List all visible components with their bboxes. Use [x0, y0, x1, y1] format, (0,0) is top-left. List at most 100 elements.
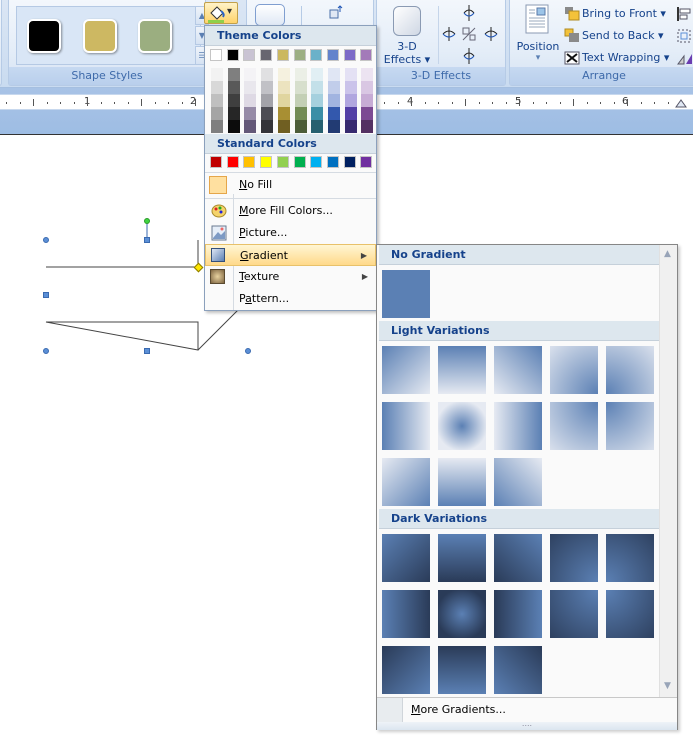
rotation-handle[interactable]: [144, 218, 150, 224]
position-button[interactable]: Position ▾: [512, 0, 562, 68]
gradient-swatch[interactable]: [438, 534, 486, 582]
theme-shade-swatch[interactable]: [294, 81, 307, 94]
tilt-down-icon[interactable]: [461, 47, 477, 65]
theme-shade-swatch[interactable]: [277, 94, 290, 107]
theme-shade-swatch[interactable]: [244, 68, 257, 81]
theme-color-swatch[interactable]: [326, 49, 339, 61]
theme-color-swatch[interactable]: [276, 49, 289, 61]
theme-shade-swatch[interactable]: [261, 68, 274, 81]
theme-color-swatch[interactable]: [310, 49, 323, 61]
gradient-swatch[interactable]: [550, 346, 598, 394]
group-icon[interactable]: [676, 28, 693, 44]
theme-shade-swatch[interactable]: [327, 107, 340, 120]
gradient-item[interactable]: Gradient ▶: [205, 244, 376, 266]
shape-style-black[interactable]: [27, 19, 61, 53]
standard-color-swatch[interactable]: [260, 156, 273, 168]
gradient-swatch[interactable]: [550, 402, 598, 450]
gradient-swatch[interactable]: [494, 590, 542, 638]
resize-handle-top[interactable]: [144, 237, 150, 243]
gradient-swatch[interactable]: [382, 646, 430, 694]
resize-handle-bottom[interactable]: [144, 348, 150, 354]
theme-shade-swatch[interactable]: [361, 94, 374, 107]
resize-handle-bottom-right[interactable]: [245, 348, 251, 354]
theme-shade-swatch[interactable]: [211, 120, 223, 133]
theme-shade-swatch[interactable]: [311, 81, 324, 94]
tilt-left-icon[interactable]: [441, 26, 457, 42]
theme-shade-swatch[interactable]: [327, 81, 340, 94]
pattern-item[interactable]: Pattern...: [205, 288, 376, 310]
gradient-swatch[interactable]: [382, 402, 430, 450]
theme-shade-swatch[interactable]: [361, 81, 374, 94]
standard-color-swatch[interactable]: [310, 156, 323, 168]
theme-shade-swatch[interactable]: [344, 68, 357, 81]
theme-shade-swatch[interactable]: [227, 81, 240, 94]
no-gradient-swatch[interactable]: [382, 270, 430, 318]
standard-color-swatch[interactable]: [276, 156, 289, 168]
theme-color-swatch[interactable]: [293, 49, 306, 61]
theme-shade-swatch[interactable]: [277, 107, 290, 120]
no-fill-item[interactable]: No Fill: [205, 174, 376, 196]
shape-style-green[interactable]: [138, 19, 172, 53]
resize-grip[interactable]: ....: [377, 720, 677, 730]
gradient-swatch[interactable]: [606, 346, 654, 394]
theme-shade-swatch[interactable]: [311, 68, 324, 81]
theme-shade-swatch[interactable]: [261, 94, 274, 107]
gradient-swatch[interactable]: [606, 402, 654, 450]
theme-shade-swatch[interactable]: [244, 94, 257, 107]
theme-color-swatch[interactable]: [343, 49, 356, 61]
standard-color-swatch[interactable]: [226, 156, 239, 168]
gradient-swatch[interactable]: [606, 590, 654, 638]
send-to-back-button[interactable]: Send to Back ▾: [564, 26, 674, 46]
theme-shade-swatch[interactable]: [244, 81, 257, 94]
gradient-swatch[interactable]: [382, 590, 430, 638]
3d-toggle-icon[interactable]: [461, 26, 477, 42]
text-wrapping-button[interactable]: Text Wrapping ▾: [564, 48, 674, 68]
theme-shade-swatch[interactable]: [294, 68, 307, 81]
theme-shade-swatch[interactable]: [294, 120, 307, 133]
shape-style-gold[interactable]: [83, 19, 117, 53]
resize-handle-left[interactable]: [43, 292, 49, 298]
gradient-scrollbar[interactable]: ▲ ▼: [659, 245, 677, 697]
theme-shade-swatch[interactable]: [244, 107, 257, 120]
gradient-swatch[interactable]: [438, 402, 486, 450]
theme-shade-swatch[interactable]: [227, 120, 240, 133]
gradient-swatch[interactable]: [550, 534, 598, 582]
theme-shade-swatch[interactable]: [361, 120, 374, 133]
theme-shade-swatch[interactable]: [211, 68, 223, 81]
theme-shade-swatch[interactable]: [327, 68, 340, 81]
gradient-swatch[interactable]: [606, 534, 654, 582]
theme-shade-swatch[interactable]: [344, 107, 357, 120]
tilt-right-icon[interactable]: [483, 26, 499, 42]
gradient-swatch[interactable]: [382, 346, 430, 394]
gradient-swatch[interactable]: [550, 590, 598, 638]
texture-item[interactable]: Texture ▶: [205, 266, 376, 288]
gradient-swatch[interactable]: [382, 534, 430, 582]
theme-shade-swatch[interactable]: [311, 120, 324, 133]
rotate-icon[interactable]: [676, 50, 693, 66]
gradient-swatch[interactable]: [438, 346, 486, 394]
theme-shade-swatch[interactable]: [294, 94, 307, 107]
shadow-effects-button[interactable]: [255, 4, 285, 26]
gradient-swatch[interactable]: [494, 646, 542, 694]
theme-color-swatch[interactable]: [243, 49, 256, 61]
theme-color-swatch[interactable]: [360, 49, 373, 61]
theme-shade-swatch[interactable]: [344, 81, 357, 94]
resize-handle-bottom-left[interactable]: [43, 348, 49, 354]
standard-color-swatch[interactable]: [360, 156, 373, 168]
theme-shade-swatch[interactable]: [311, 94, 324, 107]
theme-color-swatch[interactable]: [260, 49, 273, 61]
theme-shade-swatch[interactable]: [261, 81, 274, 94]
theme-shade-swatch[interactable]: [361, 107, 374, 120]
resize-handle-top-left[interactable]: [43, 237, 49, 243]
more-fill-colors-item[interactable]: More Fill Colors...: [205, 200, 376, 222]
theme-shade-swatch[interactable]: [311, 107, 324, 120]
theme-shade-swatch[interactable]: [227, 94, 240, 107]
theme-shade-swatch[interactable]: [344, 94, 357, 107]
scroll-down-arrow-icon[interactable]: ▼: [664, 681, 671, 691]
right-indent-marker[interactable]: [675, 98, 687, 108]
theme-shade-swatch[interactable]: [211, 81, 223, 94]
theme-color-swatch[interactable]: [210, 49, 222, 61]
theme-shade-swatch[interactable]: [227, 68, 240, 81]
gradient-swatch[interactable]: [494, 458, 542, 506]
standard-color-swatch[interactable]: [243, 156, 256, 168]
